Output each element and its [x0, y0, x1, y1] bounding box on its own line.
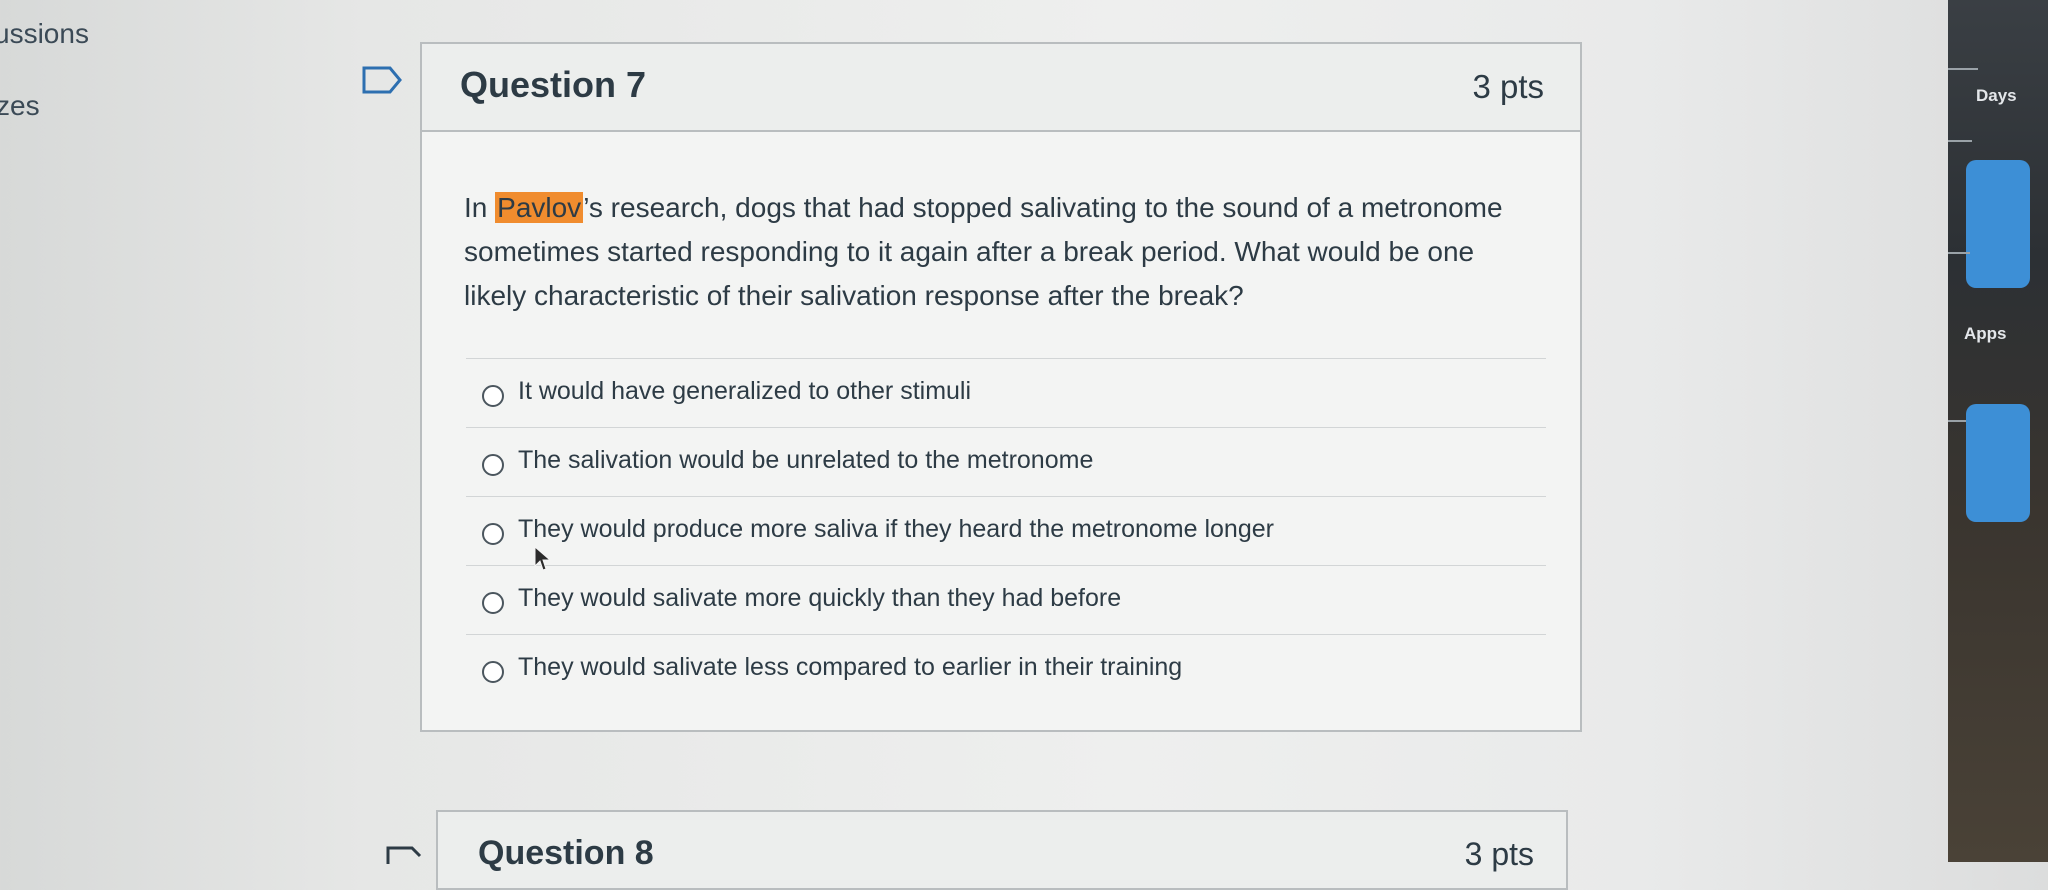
answer-option[interactable]: They would salivate less compared to ear… [466, 634, 1546, 703]
question-header: Question 7 3 pts [422, 44, 1580, 132]
answer-option[interactable]: They would salivate more quickly than th… [466, 565, 1546, 634]
divider [1948, 252, 1970, 254]
radio-button[interactable] [482, 592, 504, 614]
question-text-start: In [464, 192, 496, 223]
nav-quizzes-link[interactable]: zes [0, 90, 40, 122]
next-question-card: Question 8 3 pts [436, 810, 1568, 890]
answer-option[interactable]: They would produce more saliva if they h… [466, 496, 1546, 565]
question-points: 3 pts [1464, 836, 1534, 872]
question-card: Question 7 3 pts In Pavlov’s research, d… [420, 42, 1582, 732]
answer-option[interactable]: It would have generalized to other stimu… [466, 358, 1546, 427]
answer-label: They would produce more saliva if they h… [518, 515, 1274, 543]
radio-button[interactable] [482, 385, 504, 407]
question-points: 3 pts [1472, 68, 1544, 105]
answer-list: It would have generalized to other stimu… [466, 358, 1546, 703]
mouse-pointer-icon [534, 546, 552, 571]
divider [1948, 140, 1972, 142]
flag-question-icon[interactable] [386, 846, 422, 866]
days-label: Days [1976, 86, 2017, 105]
app-tile[interactable] [1966, 160, 2030, 288]
question-text: In Pavlov’s research, dogs that had stop… [464, 186, 1544, 318]
answer-label: It would have generalized to other stimu… [518, 377, 972, 405]
flag-question-icon[interactable] [362, 66, 402, 94]
answer-option[interactable]: The salivation would be unrelated to the… [466, 427, 1546, 496]
app-tile[interactable] [1966, 404, 2030, 522]
answer-label: The salivation would be unrelated to the… [518, 446, 1094, 474]
answer-label: They would salivate more quickly than th… [518, 584, 1122, 612]
question-title: Question 8 [478, 834, 654, 872]
question-text-rest: ’s research, dogs that had stopped saliv… [464, 192, 1503, 311]
divider [1948, 68, 1978, 70]
question-title: Question 7 [460, 64, 647, 105]
radio-button[interactable] [482, 454, 504, 476]
radio-button[interactable] [482, 661, 504, 683]
answer-label: They would salivate less compared to ear… [518, 653, 1183, 681]
nav-discussions-link[interactable]: ussions [0, 18, 89, 50]
apps-label: Apps [1964, 324, 2007, 343]
dock-sidebar: Days Apps [1948, 0, 2048, 862]
highlighted-word: Pavlov [495, 192, 584, 223]
radio-button[interactable] [482, 523, 504, 545]
course-nav: ussions zes [0, 0, 330, 862]
